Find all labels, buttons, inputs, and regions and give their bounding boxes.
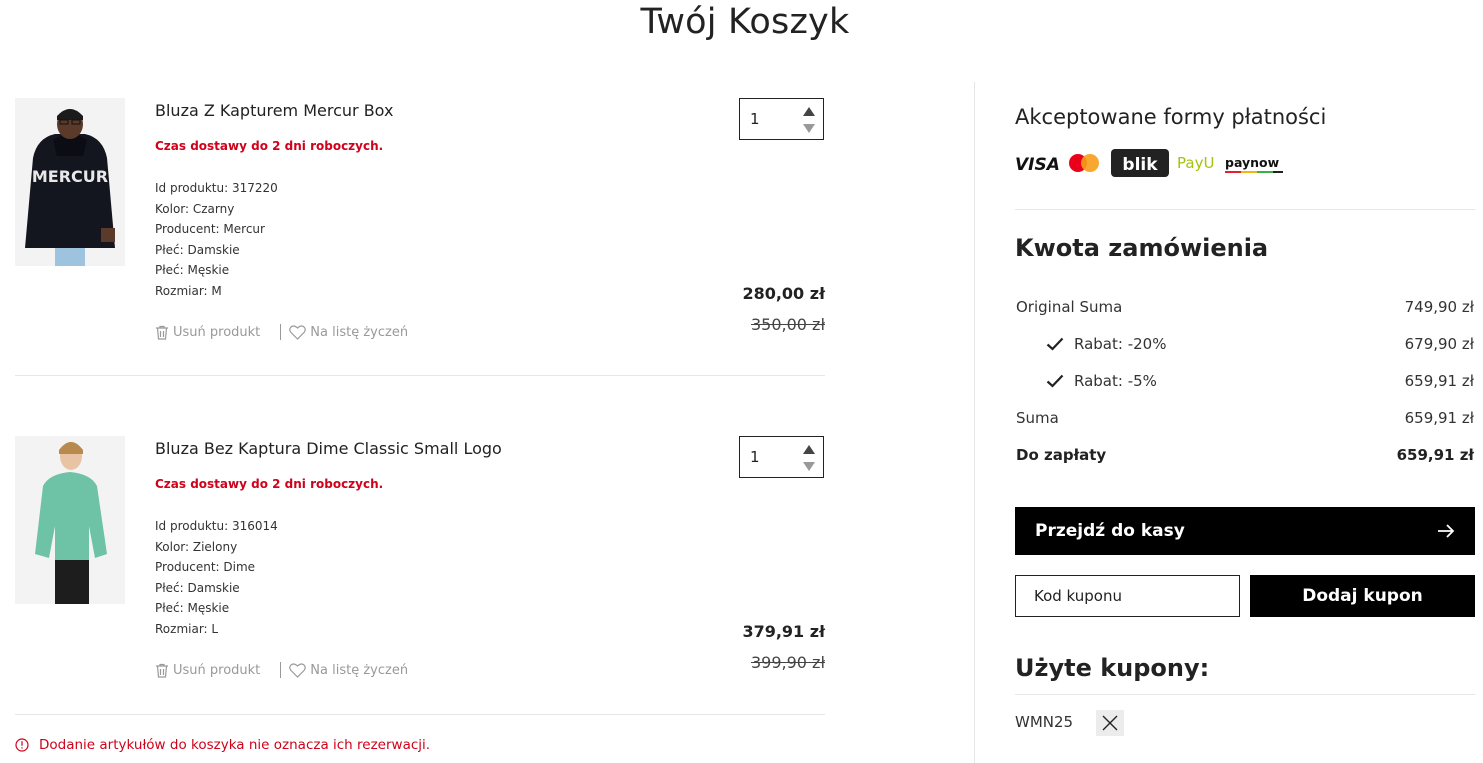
discount-label: Rabat: -20%	[1074, 335, 1167, 353]
quantity-value[interactable]: 1	[750, 110, 760, 128]
coupon-code-input[interactable]	[1015, 575, 1240, 617]
wishlist-button[interactable]: Na listę życzeń	[289, 325, 408, 340]
product-color: Kolor: Czarny	[155, 201, 235, 216]
blik-logo-text: blik	[1122, 155, 1158, 175]
heart-icon	[289, 324, 307, 340]
product-old-price: 350,00 zł	[750, 315, 825, 334]
product-size: Rozmiar: M	[155, 283, 222, 298]
summary-label: Suma	[1016, 409, 1059, 427]
quantity-stepper[interactable]: 1	[739, 436, 824, 478]
product-price: 379,91 zł	[742, 622, 825, 641]
reservation-notice-text: Dodanie artykułów do koszyka nie oznacza…	[39, 737, 431, 753]
section-divider	[1015, 209, 1475, 210]
summary-row-discount: Rabat: -20% 679,90 zł	[1016, 335, 1474, 353]
product-id: Id produktu: 317220	[155, 181, 278, 195]
product-image[interactable]	[15, 436, 125, 604]
summary-value: 659,91 zł	[1404, 409, 1474, 427]
product-name[interactable]: Bluza Z Kapturem Mercur Box	[155, 101, 393, 120]
product-color: Kolor: Zielony	[155, 539, 238, 554]
product-gender: Płeć: Damskie	[155, 580, 240, 595]
action-separator	[280, 324, 282, 340]
close-icon	[1102, 715, 1118, 731]
item-actions: Usuń produkt Na listę życzeń	[155, 662, 408, 678]
paynow-logo-text: paynow	[1225, 155, 1280, 170]
page-title: Twój Koszyk	[640, 2, 850, 42]
summary-label: Original Suma	[1016, 298, 1123, 316]
product-size: Rozmiar: L	[155, 621, 219, 636]
summary-row-sum: Suma 659,91 zł	[1016, 409, 1474, 427]
section-divider	[1015, 694, 1475, 695]
payu-logo: PayU	[1177, 154, 1214, 172]
product-image[interactable]: MERCUR	[15, 98, 125, 266]
info-icon	[15, 738, 29, 752]
summary-value: 659,91 zł	[1396, 446, 1474, 464]
paynow-logo: paynow	[1225, 155, 1283, 173]
summary-label: Do zapłaty	[1016, 446, 1107, 464]
discount-label: Rabat: -5%	[1074, 372, 1157, 390]
arrow-right-icon	[1438, 524, 1455, 538]
product-old-price: 399,90 zł	[750, 653, 825, 672]
trash-icon	[156, 663, 168, 678]
delivery-info: Czas dostawy do 2 dni roboczych.	[155, 139, 384, 153]
remove-product-label: Usuń produkt	[173, 662, 261, 678]
product-gender: Płeć: Damskie	[155, 242, 240, 257]
summary-row-original: Original Suma 749,90 zł	[1016, 298, 1474, 316]
increase-quantity-button[interactable]	[803, 445, 815, 454]
quantity-stepper[interactable]: 1	[739, 98, 824, 140]
product-price: 280,00 zł	[742, 284, 825, 303]
wishlist-label: Na listę życzeń	[310, 662, 409, 678]
product-producer: Producent: Dime	[155, 560, 256, 575]
delivery-info: Czas dostawy do 2 dni roboczych.	[155, 477, 384, 491]
summary-value: 679,90 zł	[1404, 335, 1474, 353]
remove-product-button[interactable]: Usuń produkt	[155, 663, 260, 678]
hoodie-print-text: MERCUR	[32, 167, 108, 186]
payments-title: Akceptowane formy płatności	[1015, 105, 1327, 129]
mastercard-logo	[1069, 154, 1099, 172]
checkout-label: Przejdź do kasy	[1035, 521, 1185, 541]
checkout-button[interactable]: Przejdź do kasy	[1015, 507, 1475, 555]
wishlist-label: Na listę życzeń	[310, 324, 409, 340]
add-coupon-button[interactable]: Dodaj kupon	[1250, 575, 1475, 617]
trash-icon	[156, 325, 168, 340]
heart-icon	[289, 662, 307, 678]
summary-row-discount: Rabat: -5% 659,91 zł	[1016, 372, 1474, 390]
used-coupons-title: Użyte kupony:	[1015, 654, 1210, 682]
column-divider	[974, 82, 975, 763]
wishlist-button[interactable]: Na listę życzeń	[289, 663, 408, 678]
product-gender: Płeć: Męskie	[155, 601, 230, 616]
summary-row-total: Do zapłaty 659,91 zł	[1016, 446, 1474, 464]
used-coupon-code: WMN25	[1015, 713, 1074, 731]
summary-value: 659,91 zł	[1404, 372, 1474, 390]
remove-product-label: Usuń produkt	[173, 324, 261, 340]
item-actions: Usuń produkt Na listę życzeń	[155, 324, 408, 340]
action-separator	[280, 662, 282, 678]
remove-product-button[interactable]: Usuń produkt	[155, 325, 260, 340]
summary-value: 749,90 zł	[1404, 298, 1474, 316]
check-icon	[1046, 374, 1064, 388]
item-divider	[15, 375, 825, 376]
remove-coupon-button[interactable]	[1096, 710, 1124, 736]
product-producer: Producent: Mercur	[155, 222, 265, 237]
order-total-title: Kwota zamówienia	[1015, 234, 1269, 262]
decrease-quantity-button[interactable]	[803, 124, 815, 133]
reservation-notice: Dodanie artykułów do koszyka nie oznacza…	[15, 737, 430, 753]
product-name[interactable]: Bluza Bez Kaptura Dime Classic Small Log…	[155, 439, 502, 458]
visa-logo: VISA	[1015, 155, 1060, 175]
check-icon	[1046, 337, 1064, 351]
payment-logos: VISA blik PayU paynow	[1015, 148, 1285, 178]
summary-label: Rabat: -5%	[1016, 372, 1157, 390]
decrease-quantity-button[interactable]	[803, 462, 815, 471]
product-gender: Płeć: Męskie	[155, 263, 230, 278]
blik-logo: blik	[1111, 149, 1169, 177]
product-attributes: Id produktu: 317220 Kolor: Czarny Produc…	[155, 178, 278, 302]
product-id: Id produktu: 316014	[155, 519, 278, 533]
cart-item: MERCUR Bluza Z Kapturem Mercur Box Czas …	[15, 98, 825, 340]
summary-label: Rabat: -20%	[1016, 335, 1166, 353]
item-divider	[15, 714, 825, 715]
quantity-value[interactable]: 1	[750, 448, 760, 466]
product-attributes: Id produktu: 316014 Kolor: Zielony Produ…	[155, 516, 278, 640]
increase-quantity-button[interactable]	[803, 107, 815, 116]
cart-item: Bluza Bez Kaptura Dime Classic Small Log…	[15, 436, 825, 678]
